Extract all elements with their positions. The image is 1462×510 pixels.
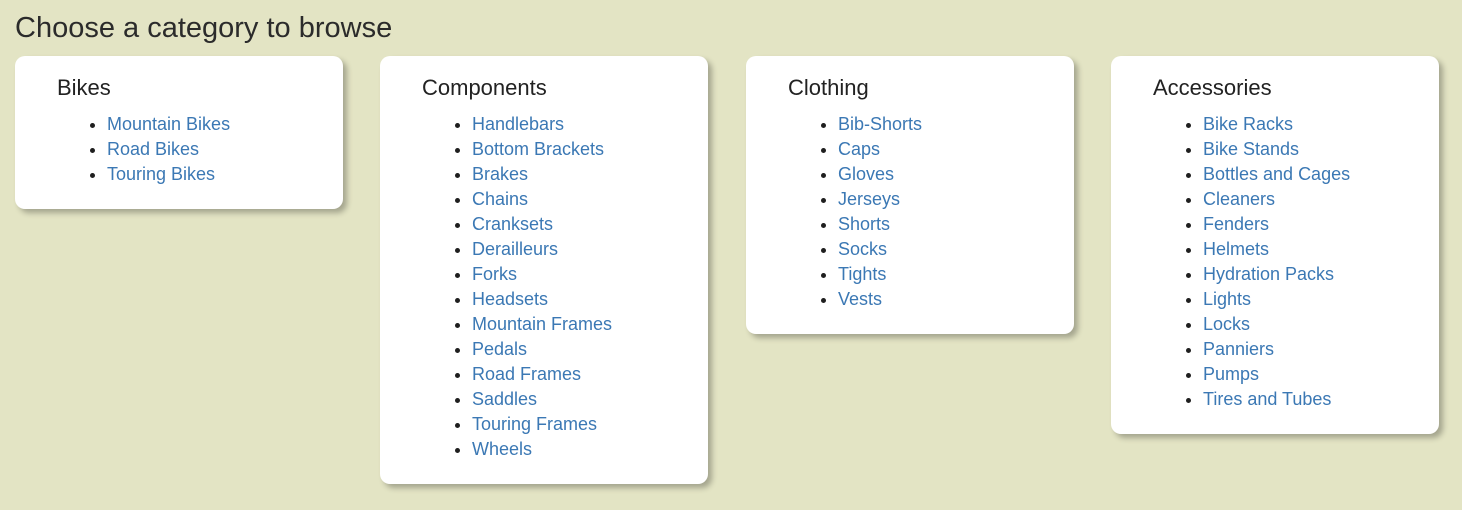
list-item: Bib-Shorts [838, 112, 1074, 137]
list-item: Brakes [472, 162, 708, 187]
subcategory-link[interactable]: Lights [1203, 289, 1251, 309]
list-item: Bike Stands [1203, 137, 1439, 162]
subcategory-link[interactable]: Gloves [838, 164, 894, 184]
list-item: Touring Bikes [107, 162, 343, 187]
list-item: Chains [472, 187, 708, 212]
list-item: Bottom Brackets [472, 137, 708, 162]
list-item: Tights [838, 262, 1074, 287]
subcategory-link[interactable]: Saddles [472, 389, 537, 409]
subcategory-link[interactable]: Bike Racks [1203, 114, 1293, 134]
subcategory-link[interactable]: Panniers [1203, 339, 1274, 359]
subcategory-link[interactable]: Bottom Brackets [472, 139, 604, 159]
subcategory-link[interactable]: Caps [838, 139, 880, 159]
category-title: Bikes [57, 75, 111, 100]
list-item: Handlebars [472, 112, 708, 137]
list-item: Helmets [1203, 237, 1439, 262]
subcategory-link[interactable]: Bottles and Cages [1203, 164, 1350, 184]
subcategory-link[interactable]: Cranksets [472, 214, 553, 234]
subcategory-link[interactable]: Forks [472, 264, 517, 284]
list-item: Shorts [838, 212, 1074, 237]
subcategory-link[interactable]: Locks [1203, 314, 1250, 334]
subcategory-link[interactable]: Hydration Packs [1203, 264, 1334, 284]
subcategory-link[interactable]: Shorts [838, 214, 890, 234]
subcategory-link[interactable]: Headsets [472, 289, 548, 309]
category-card-components: Components Handlebars Bottom Brackets Br… [380, 56, 708, 484]
subcategory-link[interactable]: Helmets [1203, 239, 1269, 259]
list-item: Road Bikes [107, 137, 343, 162]
subcategory-list: Bib-Shorts Caps Gloves Jerseys Shorts So… [788, 112, 1074, 312]
subcategory-list: Bike Racks Bike Stands Bottles and Cages… [1153, 112, 1439, 412]
list-item: Road Frames [472, 362, 708, 387]
subcategory-link[interactable]: Brakes [472, 164, 528, 184]
category-title: Accessories [1153, 75, 1272, 100]
list-item: Hydration Packs [1203, 262, 1439, 287]
list-item: Saddles [472, 387, 708, 412]
subcategory-link[interactable]: Jerseys [838, 189, 900, 209]
subcategory-link[interactable]: Socks [838, 239, 887, 259]
list-item: Headsets [472, 287, 708, 312]
subcategory-link[interactable]: Vests [838, 289, 882, 309]
subcategory-link[interactable]: Tires and Tubes [1203, 389, 1331, 409]
list-item: Gloves [838, 162, 1074, 187]
list-item: Bike Racks [1203, 112, 1439, 137]
list-item: Pedals [472, 337, 708, 362]
list-item: Vests [838, 287, 1074, 312]
list-item: Derailleurs [472, 237, 708, 262]
list-item: Cleaners [1203, 187, 1439, 212]
list-item: Locks [1203, 312, 1439, 337]
subcategory-link[interactable]: Pumps [1203, 364, 1259, 384]
subcategory-link[interactable]: Fenders [1203, 214, 1269, 234]
list-item: Cranksets [472, 212, 708, 237]
subcategory-link[interactable]: Handlebars [472, 114, 564, 134]
list-item: Mountain Frames [472, 312, 708, 337]
category-card-bikes: Bikes Mountain Bikes Road Bikes Touring … [15, 56, 343, 209]
subcategory-link[interactable]: Mountain Frames [472, 314, 612, 334]
subcategory-list: Handlebars Bottom Brackets Brakes Chains… [422, 112, 708, 462]
list-item: Tires and Tubes [1203, 387, 1439, 412]
list-item: Socks [838, 237, 1074, 262]
subcategory-link[interactable]: Derailleurs [472, 239, 558, 259]
page-title: Choose a category to browse [15, 12, 393, 44]
subcategory-link[interactable]: Tights [838, 264, 886, 284]
subcategory-link[interactable]: Bike Stands [1203, 139, 1299, 159]
list-item: Caps [838, 137, 1074, 162]
list-item: Forks [472, 262, 708, 287]
subcategory-link[interactable]: Road Bikes [107, 139, 199, 159]
list-item: Jerseys [838, 187, 1074, 212]
subcategory-link[interactable]: Touring Frames [472, 414, 597, 434]
list-item: Pumps [1203, 362, 1439, 387]
subcategory-link[interactable]: Mountain Bikes [107, 114, 230, 134]
subcategory-link[interactable]: Pedals [472, 339, 527, 359]
subcategory-link[interactable]: Bib-Shorts [838, 114, 922, 134]
category-title: Clothing [788, 75, 869, 100]
subcategory-link[interactable]: Road Frames [472, 364, 581, 384]
list-item: Wheels [472, 437, 708, 462]
list-item: Panniers [1203, 337, 1439, 362]
list-item: Mountain Bikes [107, 112, 343, 137]
subcategory-link[interactable]: Cleaners [1203, 189, 1275, 209]
category-title: Components [422, 75, 547, 100]
subcategory-link[interactable]: Chains [472, 189, 528, 209]
subcategory-link[interactable]: Touring Bikes [107, 164, 215, 184]
category-card-clothing: Clothing Bib-Shorts Caps Gloves Jerseys … [746, 56, 1074, 334]
list-item: Lights [1203, 287, 1439, 312]
list-item: Fenders [1203, 212, 1439, 237]
list-item: Touring Frames [472, 412, 708, 437]
category-card-accessories: Accessories Bike Racks Bike Stands Bottl… [1111, 56, 1439, 434]
list-item: Bottles and Cages [1203, 162, 1439, 187]
subcategory-list: Mountain Bikes Road Bikes Touring Bikes [57, 112, 343, 187]
subcategory-link[interactable]: Wheels [472, 439, 532, 459]
